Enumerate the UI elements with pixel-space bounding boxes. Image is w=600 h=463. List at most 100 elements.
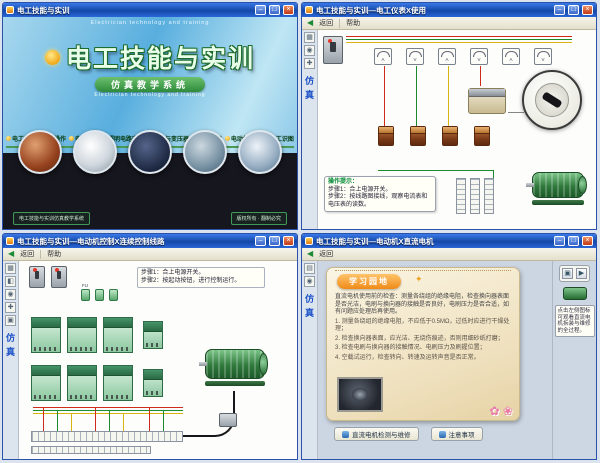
contactor-block[interactable]: [103, 365, 133, 401]
close-button[interactable]: ×: [283, 236, 294, 246]
title-row: 电工技能与实训: [3, 39, 297, 75]
meter-voltmeter[interactable]: V: [470, 48, 488, 65]
tool-icon-button[interactable]: ◉: [5, 289, 16, 300]
english-caption-top: Electrician technology and training: [3, 20, 297, 26]
fuse[interactable]: [95, 289, 104, 301]
tool-icon-grid[interactable]: ▦: [304, 32, 315, 43]
switch-lever[interactable]: [330, 42, 335, 52]
tool-icon-contactor[interactable]: ◧: [5, 276, 16, 287]
hint-title: 操作提示：: [328, 179, 432, 187]
contactor-block[interactable]: [103, 317, 133, 353]
fuse[interactable]: [81, 289, 90, 301]
banner-row: 仿真教学系统: [3, 75, 297, 93]
tool-sidebar: ▤ ◉ 仿真: [302, 261, 318, 459]
minimize-button[interactable]: –: [255, 5, 266, 15]
meter-ammeter[interactable]: A: [502, 48, 520, 65]
step2-text: 步骤2：按起动按钮，进行控制运行。: [141, 278, 240, 284]
minimize-button[interactable]: –: [255, 236, 266, 246]
photo-meter[interactable]: [73, 130, 117, 174]
fuse[interactable]: [109, 289, 118, 301]
tab-notes[interactable]: 注意事项: [431, 427, 483, 441]
help-button[interactable]: 帮助: [47, 249, 61, 259]
zoom-view-button[interactable]: ▣: [562, 268, 573, 279]
titlebar[interactable]: 电工技能与实训—电动机控制X连续控制线路 – □ ×: [3, 234, 297, 248]
motor-thumbnail[interactable]: [563, 287, 587, 300]
contactor-block[interactable]: [67, 317, 97, 353]
back-button[interactable]: 返回: [319, 18, 333, 28]
photo-wires[interactable]: [18, 130, 62, 174]
tool-icon-motor[interactable]: ◉: [304, 276, 315, 287]
flower-decoration-icon: ✿ ❀: [490, 404, 513, 418]
power-switch[interactable]: [29, 266, 45, 288]
relay-block[interactable]: [143, 321, 163, 349]
maximize-button[interactable]: □: [568, 5, 579, 15]
relay-block[interactable]: [143, 369, 163, 397]
meter-ammeter[interactable]: A: [374, 48, 392, 65]
window-title: 电工技能与实训—电动机X直流电机: [316, 236, 551, 247]
wire: [346, 39, 572, 40]
motor[interactable]: [532, 172, 584, 208]
power-switch[interactable]: [323, 36, 343, 64]
switch-lever[interactable]: [57, 271, 61, 279]
current-transformer[interactable]: [442, 126, 458, 146]
play-video-button[interactable]: ▶: [576, 268, 587, 279]
terminal-strip[interactable]: [484, 178, 494, 214]
current-transformer[interactable]: [378, 126, 394, 146]
page-text: 直流电机使用前的检查：测量各绕组的绝缘电阻，检查换向器表面是否光洁，电刷与换向器…: [335, 294, 513, 364]
wire: [346, 42, 572, 43]
minimize-button[interactable]: –: [554, 236, 565, 246]
wire: [149, 407, 150, 431]
maximize-button[interactable]: □: [269, 5, 280, 15]
meter-ammeter[interactable]: A: [438, 48, 456, 65]
help-button[interactable]: 帮助: [346, 18, 360, 28]
tool-icon-motor[interactable]: ▣: [5, 315, 16, 326]
footer-left-text: 电工技能与实训仿真教学系统: [13, 212, 90, 225]
close-button[interactable]: ×: [582, 236, 593, 246]
tool-icon-wire[interactable]: ✚: [5, 302, 16, 313]
app-icon: [305, 6, 313, 14]
contactor-block[interactable]: [67, 365, 97, 401]
motor-shaft: [526, 183, 534, 187]
power-switch[interactable]: [51, 266, 67, 288]
titlebar[interactable]: 电工技能与实训 – □ ×: [3, 3, 297, 17]
terminal-strip[interactable]: [31, 446, 151, 454]
photo-motor[interactable]: [183, 130, 227, 174]
meter-voltmeter[interactable]: V: [406, 48, 424, 65]
back-button[interactable]: 返回: [20, 249, 34, 259]
contactor-block[interactable]: [31, 317, 61, 353]
back-button[interactable]: 返回: [319, 249, 333, 259]
current-transformer[interactable]: [474, 126, 490, 146]
wire: [378, 170, 494, 171]
photo-tools[interactable]: [128, 130, 172, 174]
rotary-switch-device[interactable]: [468, 88, 506, 114]
tool-icon-meter[interactable]: ◉: [304, 45, 315, 56]
current-transformer[interactable]: [410, 126, 426, 146]
meter-label: V: [471, 57, 487, 62]
switch-lever[interactable]: [35, 271, 39, 279]
maximize-button[interactable]: □: [269, 236, 280, 246]
splash-body: Electrician technology and training 电工技能…: [3, 17, 297, 229]
photo-contactors[interactable]: [238, 130, 282, 174]
maximize-button[interactable]: □: [568, 236, 579, 246]
terminal-strip[interactable]: [31, 431, 183, 442]
rotary-knob[interactable]: [541, 91, 562, 108]
operation-hint: 操作提示： 步骤1：合上电源开关。 步骤2：按线路图接线，观察电流表和电压表的读…: [324, 176, 436, 212]
motor[interactable]: [205, 349, 265, 391]
titlebar[interactable]: 电工技能与实训—电动机X直流电机 – □ ×: [302, 234, 596, 248]
contactor-block[interactable]: [31, 365, 61, 401]
meter-label: A: [503, 57, 519, 62]
tool-icon-wire[interactable]: ✚: [304, 58, 315, 69]
tool-icon-book[interactable]: ▤: [304, 263, 315, 274]
tool-icon-grid[interactable]: ▦: [5, 263, 16, 274]
terminal-strip[interactable]: [470, 178, 480, 214]
terminal-strip[interactable]: [456, 178, 466, 214]
app-icon: [6, 6, 14, 14]
meter-voltmeter[interactable]: V: [534, 48, 552, 65]
tab-maintenance[interactable]: 直流电机检测与维修: [334, 427, 419, 441]
paragraph: 1. 测量各绕组的绝缘电阻，不应低于0.5MΩ，过低时应进行干燥处理；: [335, 319, 513, 334]
close-button[interactable]: ×: [582, 5, 593, 15]
titlebar[interactable]: 电工技能与实训—电工仪表X使用 – □ ×: [302, 3, 596, 17]
minimize-button[interactable]: –: [554, 5, 565, 15]
close-button[interactable]: ×: [283, 5, 294, 15]
motor-photo[interactable]: [337, 377, 383, 412]
